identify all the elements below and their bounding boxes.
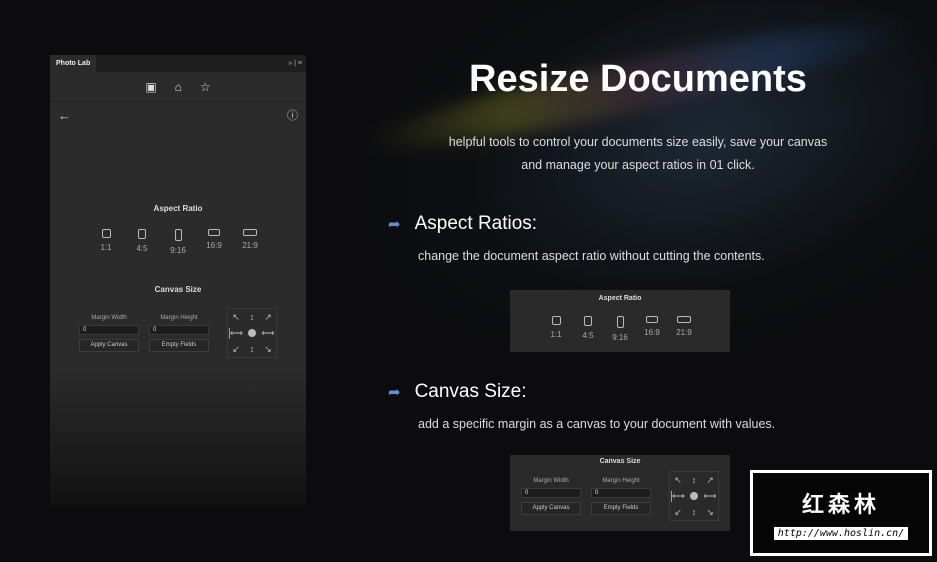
aspect-ratio-item-16-9[interactable]: 16:9 [643,316,661,342]
margin-width-label: Margin Width [91,314,127,321]
aspect-ratio-list: 1:1 4:5 9:16 16:9 21:9 [510,316,730,342]
anchor-bottom-icon[interactable]: ↕ [692,507,697,517]
watermark-name: 红森林 [801,491,880,517]
feature-canvas-heading: ➦ Canvas Size: [388,381,527,402]
aspect-ratio-title: Aspect Ratio [153,204,203,213]
anchor-top-icon[interactable]: ↕ [250,312,255,322]
anchor-top-icon[interactable]: ↕ [692,475,697,485]
aspect-ratio-icon [243,229,257,236]
aspect-ratio-icon [677,316,691,323]
aspect-ratio-label: 21:9 [676,328,692,337]
anchor-top-left-icon[interactable]: ↖ [674,475,682,486]
aspect-ratio-icon [551,316,561,325]
margin-height-input[interactable]: 0 [591,487,651,498]
aspect-ratio-label: 1:1 [550,330,562,339]
aspect-ratio-item-4-5[interactable]: 4:5 [579,316,597,342]
aspect-ratio-list: 1:1 4:5 9:16 16:9 21:9 [50,229,306,255]
canvas-size-controls: Margin Width Margin Height 0 0 Apply Canvas E… [510,471,730,521]
anchor-right-icon[interactable]: ⟷ [262,328,275,339]
aspect-ratio-item-9-16[interactable]: 9:16 [611,316,629,342]
margin-width-input[interactable]: 0 [521,487,581,498]
panel-toolbar: ▣ ⌂ ☆ [50,72,306,102]
canvas-fields: Margin Width Margin Height 0 0 Apply Canvas E… [79,315,209,352]
feature-aspect-desc: change the document aspect ratio without… [418,249,765,263]
canvas-fields: Margin Width Margin Height 0 0 Apply Canvas E… [521,478,651,515]
anchor-bottom-left-icon[interactable]: ↙ [674,507,682,518]
home-icon[interactable]: ⌂ [175,80,182,94]
margin-height-label: Margin Height [160,314,198,321]
empty-fields-button[interactable]: Empty Fields [591,501,651,515]
anchor-left-icon[interactable]: ⟷ [671,490,685,502]
aspect-ratio-icon [174,229,182,241]
star-icon[interactable]: ☆ [200,80,211,94]
aspect-ratio-item-1-1[interactable]: 1:1 [97,229,115,255]
aspect-ratio-item-16-9[interactable]: 16:9 [205,229,223,255]
canvas-size-preview: Canvas Size Margin Width Margin Height 0 0 A… [510,455,730,531]
aspect-ratio-label: 4:5 [136,244,148,253]
anchor-bottom-icon[interactable]: ↕ [250,344,255,354]
aspect-ratio-item-21-9[interactable]: 21:9 [241,229,259,255]
aspect-ratio-label: 21:9 [242,241,258,250]
anchor-grid: ↖ ↕ ↗ ⟷ ⟷ ↙ ↕ ↘ [227,308,277,358]
aspect-ratio-item-21-9[interactable]: 21:9 [675,316,693,342]
aspect-ratio-label: 4:5 [582,331,594,340]
anchor-center-icon[interactable] [248,329,256,337]
aspect-ratio-label: 9:16 [170,246,186,255]
panel-tabbar: Photo Lab » | ≡ [50,55,306,72]
page-title: Resize Documents [469,58,807,100]
empty-fields-button[interactable]: Empty Fields [149,338,209,352]
margin-width-input[interactable]: 0 [79,324,139,335]
menu-icon[interactable]: ≡ [298,60,302,67]
anchor-bottom-right-icon[interactable]: ↘ [706,507,714,518]
anchor-left-icon[interactable]: ⟷ [229,327,243,339]
aspect-ratio-icon [616,316,624,328]
margin-height-input[interactable]: 0 [149,324,209,335]
aspect-ratio-item-1-1[interactable]: 1:1 [547,316,565,342]
anchor-bottom-right-icon[interactable]: ↘ [264,344,272,355]
save-icon[interactable]: ▣ [145,80,156,94]
anchor-top-left-icon[interactable]: ↖ [232,312,240,323]
aspect-ratio-label: 1:1 [100,243,112,252]
anchor-bottom-left-icon[interactable]: ↙ [232,344,240,355]
aspect-ratio-label: 16:9 [644,328,660,337]
info-icon[interactable]: ⓘ [287,107,298,123]
aspect-ratio-preview: Aspect Ratio 1:1 4:5 9:16 16:9 21:9 [510,290,730,352]
aspect-ratio-icon [584,316,592,326]
feature-canvas-desc: add a specific margin as a canvas to you… [418,417,776,431]
watermark-url: http://www.hoslin.cn/ [773,526,909,540]
feature-aspect-heading: ➦ Aspect Ratios: [388,213,538,234]
anchor-right-icon[interactable]: ⟷ [704,491,717,502]
anchor-center-icon[interactable] [690,492,698,500]
expand-icon[interactable]: » [288,60,292,67]
aspect-ratio-item-9-16[interactable]: 9:16 [169,229,187,255]
aspect-ratio-item-4-5[interactable]: 4:5 [133,229,151,255]
aspect-ratio-icon [208,229,220,236]
margin-height-label: Margin Height [602,477,640,484]
page-description: helpful tools to control your documents … [448,135,828,172]
apply-canvas-button[interactable]: Apply Canvas [79,338,139,352]
canvas-size-title: Canvas Size [154,285,202,294]
apply-canvas-button[interactable]: Apply Canvas [521,501,581,515]
share-arrow-icon: ➦ [388,384,401,401]
back-arrow-icon[interactable]: ← [58,108,71,123]
aspect-ratio-icon [101,229,111,238]
watermark: 红森林 http://www.hoslin.cn/ [750,470,932,556]
anchor-top-right-icon[interactable]: ↗ [706,475,714,486]
anchor-top-right-icon[interactable]: ↗ [264,312,272,323]
anchor-grid: ↖ ↕ ↗ ⟷ ⟷ ↙ ↕ ↘ [669,471,719,521]
aspect-ratio-label: 9:16 [612,333,628,342]
tab-photo-lab[interactable]: Photo Lab [50,55,97,72]
aspect-ratio-icon [138,229,146,239]
photo-lab-panel: Photo Lab » | ≡ ▣ ⌂ ☆ ← ⓘ Aspect Ratio 1… [50,55,306,505]
margin-width-label: Margin Width [533,477,569,484]
aspect-ratio-label: 16:9 [206,241,222,250]
aspect-ratio-icon [646,316,658,323]
share-arrow-icon: ➦ [388,216,401,233]
canvas-size-controls: Margin Width Margin Height 0 0 Apply Canvas E… [50,308,306,358]
